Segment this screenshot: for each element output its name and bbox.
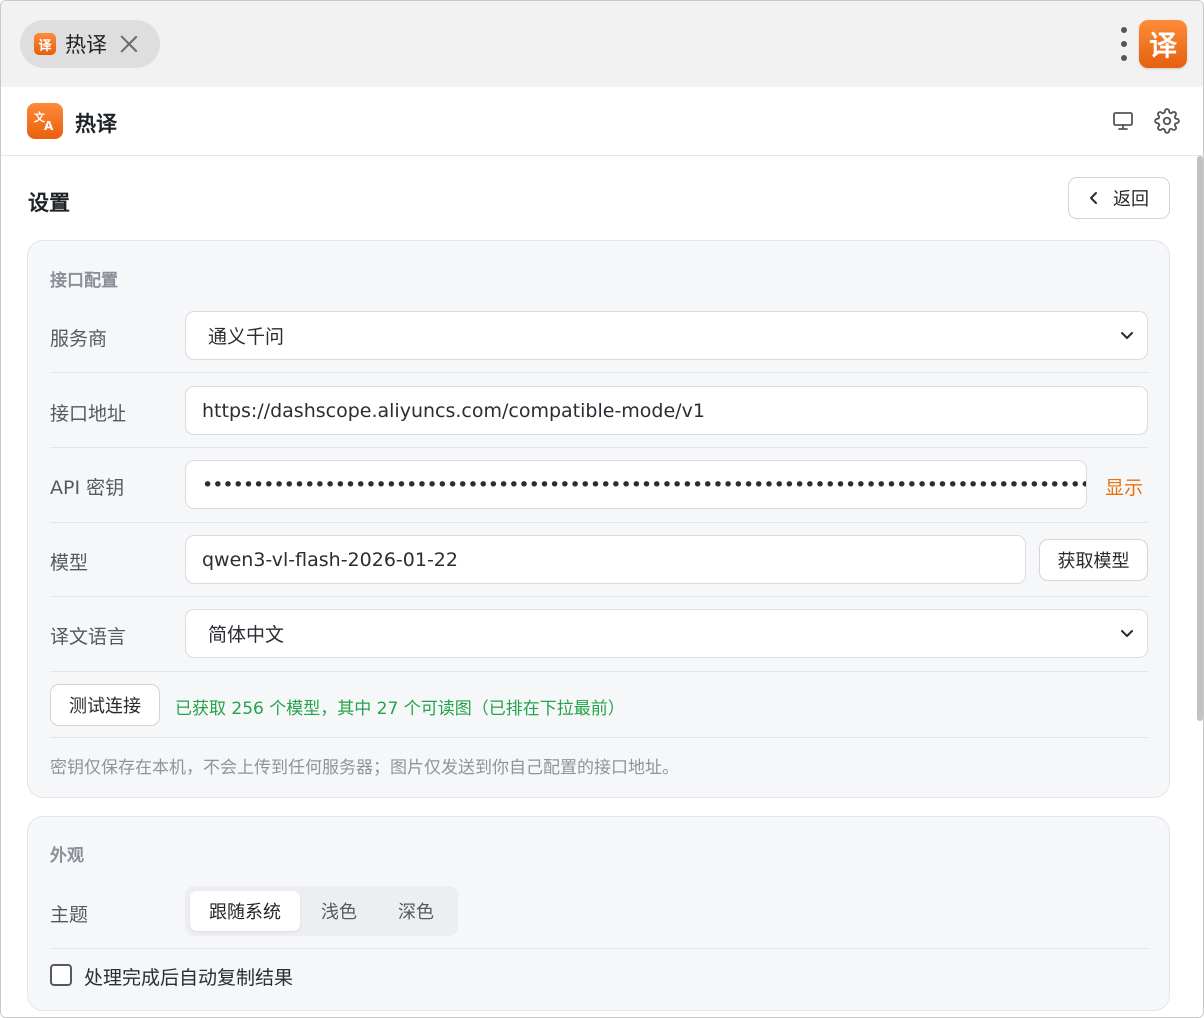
- tab-app-icon: 译: [34, 33, 56, 55]
- endpoint-label: 接口地址: [50, 403, 127, 425]
- back-button-label: 返回: [1113, 189, 1149, 210]
- tab-title: 热译: [65, 33, 107, 57]
- app-header: 文 A 热译: [1, 87, 1203, 156]
- section-title-appearance: 外观: [50, 846, 84, 866]
- monitor-icon[interactable]: [1108, 106, 1138, 136]
- chevron-left-icon: [1090, 192, 1097, 204]
- close-icon[interactable]: [118, 33, 140, 55]
- svg-text:A: A: [44, 119, 54, 133]
- section-title-api: 接口配置: [50, 271, 118, 291]
- endpoint-input[interactable]: https://dashscope.aliyuncs.com/compatibl…: [185, 386, 1148, 435]
- api-key-label: API 密钥: [50, 477, 125, 499]
- theme-option-dark[interactable]: 深色: [378, 891, 454, 931]
- api-config-card: 接口配置 服务商 通义千问 接口地址 https://dashscope.ali…: [27, 240, 1170, 798]
- target-lang-select[interactable]: 简体中文: [185, 609, 1148, 658]
- provider-label: 服务商: [50, 328, 108, 350]
- window-tabstrip: 译 热译 译: [1, 1, 1203, 87]
- chevron-down-icon: [1121, 630, 1133, 637]
- privacy-note: 密钥仅保存在本机，不会上传到任何服务器；图片仅发送到你自己配置的接口地址。: [50, 758, 679, 778]
- test-connection-button[interactable]: 测试连接: [50, 684, 160, 726]
- theme-option-system[interactable]: 跟随系统: [190, 891, 300, 931]
- page-title: 设置: [28, 191, 70, 215]
- target-lang-label: 译文语言: [50, 626, 127, 648]
- back-button[interactable]: 返回: [1068, 177, 1170, 219]
- fetch-models-button[interactable]: 获取模型: [1039, 539, 1148, 581]
- divider: [50, 948, 1148, 949]
- theme-option-light[interactable]: 浅色: [302, 891, 376, 931]
- scrollbar[interactable]: [1197, 156, 1203, 721]
- auto-copy-checkbox[interactable]: [50, 964, 72, 986]
- model-label: 模型: [50, 552, 89, 574]
- divider: [50, 737, 1148, 738]
- divider: [50, 522, 1148, 523]
- auto-copy-label[interactable]: 处理完成后自动复制结果: [84, 963, 293, 990]
- model-input[interactable]: qwen3-vl-flash-2026-01-22: [185, 535, 1026, 584]
- translate-icon: 文 A: [27, 103, 63, 139]
- theme-label: 主题: [50, 904, 89, 926]
- connection-status: 已获取 256 个模型，其中 27 个可读图（已排在下拉最前）: [175, 699, 625, 719]
- divider: [50, 447, 1148, 448]
- target-lang-value: 简体中文: [208, 624, 285, 646]
- app-window: 译 热译 译 文 A 热译 设置 返回 接口配置 服务商 通义千问 接口地址 h…: [0, 0, 1204, 1018]
- app-badge-icon[interactable]: 译: [1139, 20, 1187, 68]
- api-key-input[interactable]: ••••••••••••••••••••••••••••••••••••••••…: [185, 460, 1087, 509]
- theme-segmented-control: 跟随系统 浅色 深色: [185, 886, 458, 936]
- provider-select[interactable]: 通义千问: [185, 311, 1148, 360]
- provider-value: 通义千问: [208, 326, 285, 348]
- divider: [50, 372, 1148, 373]
- settings-page: 设置 返回 接口配置 服务商 通义千问 接口地址 https://dashsco…: [1, 156, 1203, 1017]
- more-options-icon[interactable]: [1117, 27, 1131, 61]
- chevron-down-icon: [1121, 332, 1133, 339]
- gear-icon[interactable]: [1152, 106, 1182, 136]
- app-tab[interactable]: 译 热译: [20, 20, 160, 68]
- show-key-button[interactable]: 显示: [1105, 473, 1143, 500]
- appearance-card: 外观 主题 跟随系统 浅色 深色 处理完成后自动复制结果: [27, 816, 1170, 1011]
- app-title: 热译: [75, 112, 117, 136]
- divider: [50, 671, 1148, 672]
- divider: [50, 596, 1148, 597]
